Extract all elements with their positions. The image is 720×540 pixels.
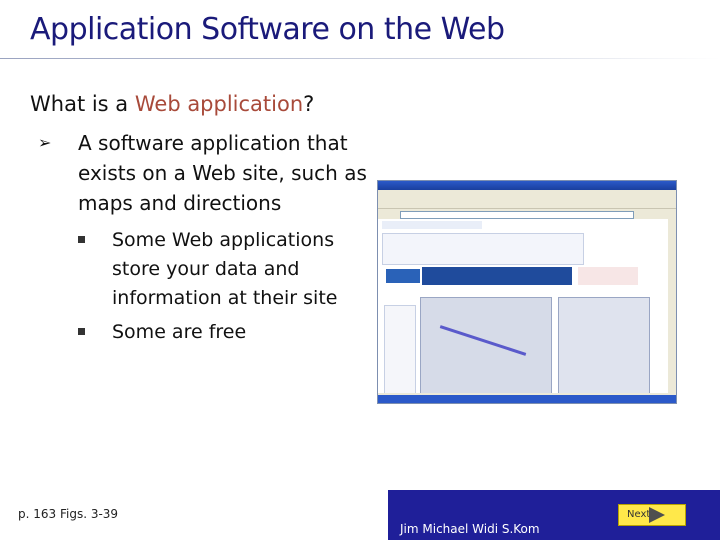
sub-bullet-text: Some Web applications store your data an… <box>112 229 338 309</box>
main-bullet-text: A software application that exists on a … <box>78 131 367 215</box>
question-suffix: ? <box>303 92 315 116</box>
author-name: Jim Michael Widi S.Kom <box>400 522 540 536</box>
browser-scrollbar <box>668 219 676 393</box>
figure-reference: p. 163 Figs. 3-39 <box>18 507 119 521</box>
web-app-screenshot <box>377 180 677 404</box>
question-prefix: What is a <box>30 92 135 116</box>
main-bullet: ➢ A software application that exists on … <box>38 128 368 218</box>
next-button[interactable]: Next <box>618 504 686 526</box>
footer-bar: Jim Michael Widi S.Kom Next <box>388 490 720 540</box>
sub-bullet-text: Some are free <box>112 321 247 343</box>
sub-bullet-1: Some Web applications store your data an… <box>78 226 368 313</box>
square-bullet-icon <box>78 328 85 335</box>
next-button-label: Next <box>627 509 651 520</box>
question-heading: What is a Web application? <box>30 92 314 116</box>
arrow-bullet-icon: ➢ <box>38 133 52 152</box>
browser-toolbar <box>378 197 676 209</box>
map-image <box>420 297 552 397</box>
browser-menubar <box>378 190 676 197</box>
square-bullet-icon <box>78 236 85 243</box>
browser-titlebar <box>378 181 676 190</box>
sub-bullet-2: Some are free <box>78 318 368 347</box>
title-divider <box>0 58 720 59</box>
browser-content <box>378 219 668 397</box>
slide-title: Application Software on the Web <box>30 12 505 47</box>
play-triangle-icon <box>649 507 665 523</box>
question-highlight: Web application <box>134 92 304 116</box>
windows-taskbar <box>378 395 676 403</box>
map-image <box>558 297 650 397</box>
